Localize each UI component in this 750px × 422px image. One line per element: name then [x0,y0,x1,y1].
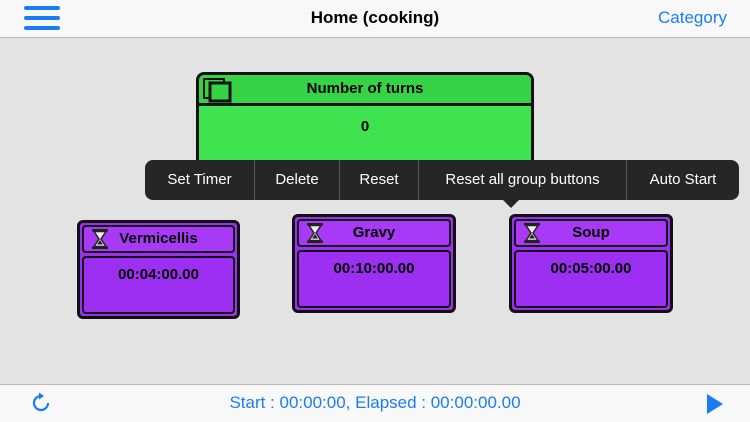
hourglass-icon [524,223,540,243]
hourglass-icon [307,223,323,243]
hourglass-icon [92,229,108,249]
timer-time: 00:04:00.00 [82,256,235,314]
timer-card-gravy[interactable]: Gravy 00:10:00.00 [292,214,456,313]
number-of-turns-counter[interactable]: Number of turns 0 [196,72,534,168]
bottom-toolbar: Start : 00:00:00, Elapsed : 00:00:00.00 [0,384,750,422]
reset-menu-item[interactable]: Reset [340,160,419,200]
timer-name: Soup [572,224,610,241]
reset-all-group-buttons-menu-item[interactable]: Reset all group buttons [419,160,627,200]
context-menu: Set Timer Delete Reset Reset all group b… [145,160,739,200]
counter-title: Number of turns [306,80,424,97]
play-icon[interactable] [706,393,724,415]
timer-time: 00:05:00.00 [514,250,668,308]
timer-header: Vermicellis [82,225,235,253]
auto-start-menu-item[interactable]: Auto Start [627,160,739,200]
timer-name: Gravy [352,224,396,241]
counter-header: Number of turns [199,75,531,106]
page-title: Home (cooking) [310,8,440,27]
hamburger-menu-icon[interactable] [24,6,60,32]
context-menu-pointer [503,200,519,208]
timer-time: 00:10:00.00 [297,250,451,308]
elapsed-status: Start : 00:00:00, Elapsed : 00:00:00.00 [229,393,521,412]
timer-header: Soup [514,219,668,247]
navigation-bar: Home (cooking) Category [0,0,750,38]
counter-value: 0 [360,118,370,135]
delete-menu-item[interactable]: Delete [255,160,340,200]
timer-header: Gravy [297,219,451,247]
timer-card-vermicellis[interactable]: Vermicellis 00:04:00.00 [77,220,240,319]
category-button[interactable]: Category [658,0,727,37]
timer-card-soup[interactable]: Soup 00:05:00.00 [509,214,673,313]
set-timer-menu-item[interactable]: Set Timer [145,160,255,200]
timer-name: Vermicellis [119,230,198,247]
copy-icon [203,78,232,103]
